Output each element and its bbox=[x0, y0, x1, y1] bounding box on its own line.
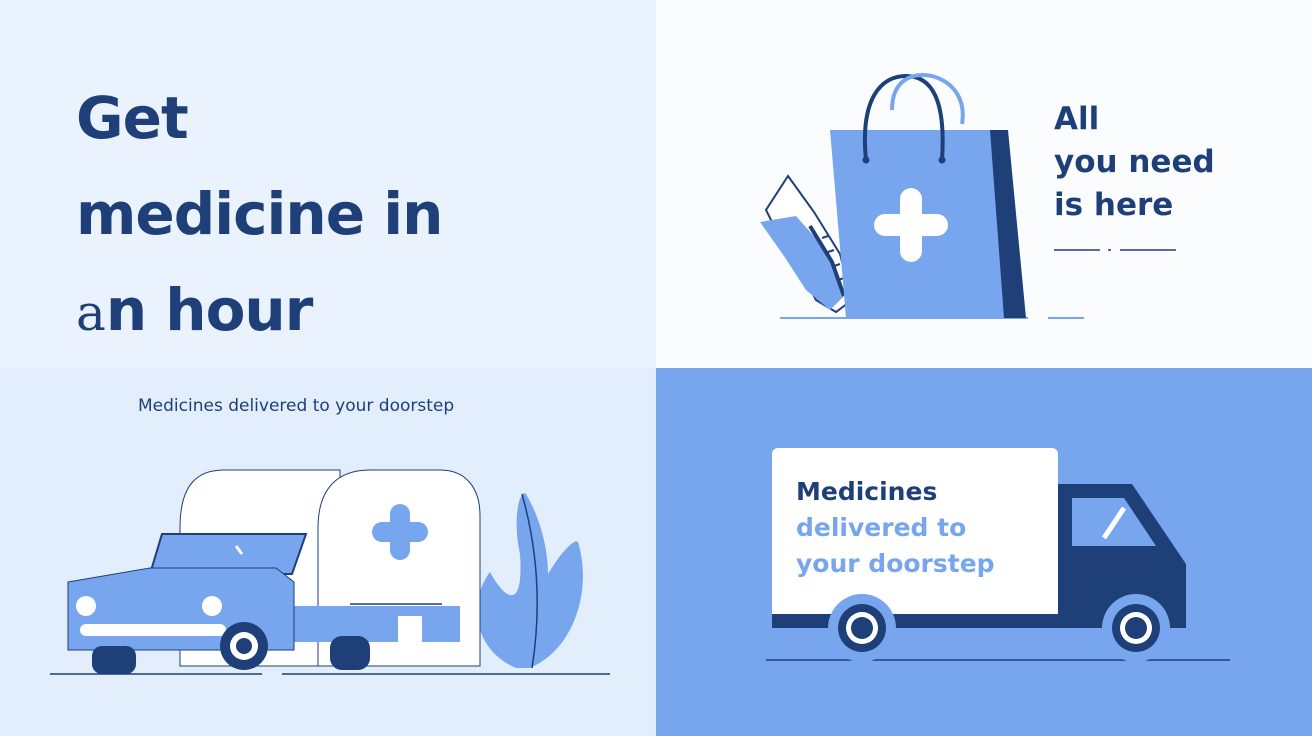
panel-car-ambulance: Medicines delivered to your doorstep bbox=[0, 368, 656, 736]
panel-headline: Get medicine in an hour bbox=[0, 0, 656, 368]
leaf-icon bbox=[477, 493, 583, 669]
headline-line-2: medicine in bbox=[76, 180, 443, 248]
truck-label-line-1: Medicines bbox=[796, 477, 938, 506]
truck-label-line-2: delivered to bbox=[796, 513, 967, 542]
headline: Get medicine in an hour bbox=[76, 70, 443, 361]
title-line-3: is here bbox=[1054, 187, 1174, 223]
title-line-1: All bbox=[1054, 101, 1100, 137]
truck-label-line-3: your doorstep bbox=[796, 549, 995, 578]
headline-line-1: Get bbox=[76, 84, 189, 152]
headline-line-3-thin: a bbox=[76, 284, 106, 342]
truck-label: Medicines delivered to your doorstep bbox=[796, 474, 995, 582]
panel-delivery-truck: Medicines delivered to your doorstep bbox=[656, 368, 1312, 736]
shopping-bag-icon bbox=[830, 73, 1026, 318]
panel-shopping-bag: All you need is here bbox=[656, 0, 1312, 368]
section-title: All you need is here bbox=[1054, 98, 1215, 227]
headline-line-3-bold: n hour bbox=[105, 276, 314, 344]
car-ambulance-illustration bbox=[50, 469, 610, 675]
title-line-2: you need bbox=[1054, 144, 1215, 180]
